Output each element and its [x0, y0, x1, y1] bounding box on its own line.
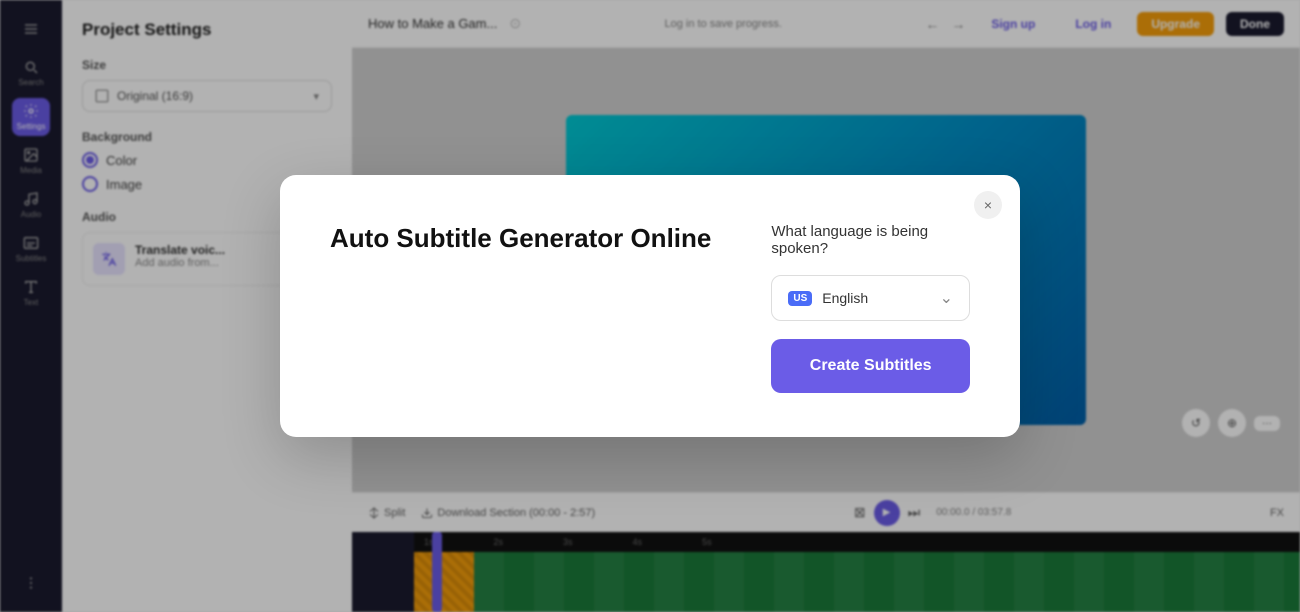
modal-overlay: × Auto Subtitle Generator Online What la… [0, 0, 1300, 612]
language-name: English [822, 290, 929, 306]
language-select[interactable]: US English ⌄ [771, 275, 970, 321]
modal-right: What language is being spoken? US Englis… [771, 223, 970, 393]
modal-title: Auto Subtitle Generator Online [330, 223, 711, 254]
modal-close-button[interactable]: × [974, 191, 1002, 219]
chevron-down-icon: ⌄ [940, 288, 953, 308]
create-subtitles-button[interactable]: Create Subtitles [771, 339, 970, 393]
modal: × Auto Subtitle Generator Online What la… [280, 175, 1020, 437]
modal-question: What language is being spoken? [771, 223, 970, 257]
language-badge: US [788, 291, 812, 306]
